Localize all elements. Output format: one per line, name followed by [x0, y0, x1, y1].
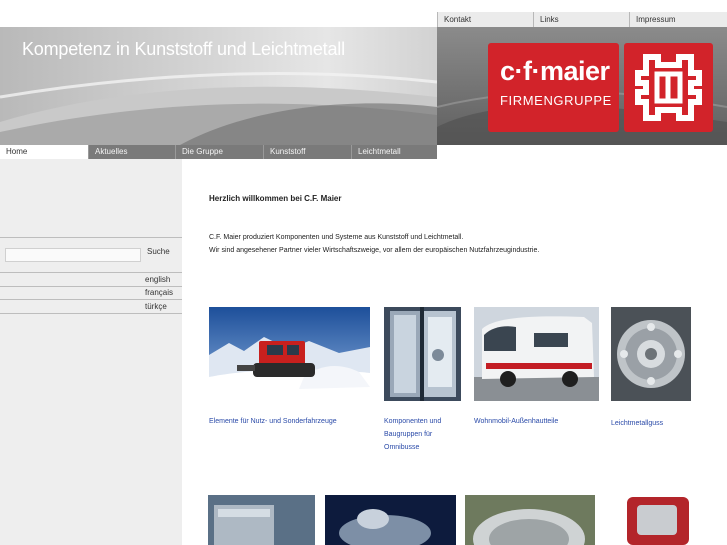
logo-emblem-icon[interactable] [624, 43, 713, 132]
product-caption-nutzfahrzeuge[interactable]: Elemente für Nutz- und Sonderfahrzeuge [209, 415, 379, 428]
product-image-row2-3[interactable] [465, 495, 595, 545]
util-link-impressum[interactable]: Impressum [629, 12, 727, 27]
product-image-motorhome[interactable] [474, 307, 599, 401]
product-caption-omnibusse-1[interactable]: Komponenten und [384, 415, 464, 428]
language-link-english[interactable]: english [145, 275, 170, 284]
main-nav: Home Aktuelles Die Gruppe Kunststoff Lei… [0, 145, 727, 159]
intro-text-line: C.F. Maier produziert Komponenten und Sy… [209, 234, 464, 241]
product-image-bus-components[interactable] [384, 307, 461, 401]
welcome-heading: Herzlich willkommen bei C.F. Maier [209, 194, 342, 203]
sidebar-divider [0, 299, 182, 300]
sidebar-divider [0, 313, 182, 314]
product-caption-omnibusse-2[interactable]: Baugruppen für [384, 428, 464, 441]
product-caption-omnibusse-3[interactable]: Omnibusse [384, 441, 464, 454]
sidebar: Suche english français türkçe [0, 159, 182, 545]
product-caption-leichtmetallguss[interactable]: Leichtmetallguss [611, 417, 721, 430]
util-link-kontakt[interactable]: Kontakt [437, 12, 533, 27]
logo-name: c·f·maier [500, 56, 610, 86]
nav-tab-die-gruppe[interactable]: Die Gruppe [175, 145, 263, 159]
product-image-snow-groomer[interactable] [209, 307, 370, 401]
intro-text-line: Wir sind angesehener Partner vieler Wirt… [209, 247, 540, 254]
nav-tab-aktuelles[interactable]: Aktuelles [88, 145, 176, 159]
product-image-row2-2[interactable] [325, 495, 456, 545]
search-label: Suche [147, 247, 170, 256]
search-input[interactable] [5, 248, 141, 262]
utility-bar: Kontakt Links Impressum [0, 0, 727, 27]
util-link-links[interactable]: Links [533, 12, 629, 27]
nav-tab-kunststoff[interactable]: Kunststoff [263, 145, 351, 159]
nav-tab-leichtmetall[interactable]: Leichtmetall [351, 145, 437, 159]
language-link-francais[interactable]: français [145, 288, 173, 297]
emblem-graphic [635, 54, 702, 121]
sidebar-divider [0, 286, 182, 287]
logo-subtitle: FIRMENGRUPPE [500, 93, 612, 108]
product-image-row2-1[interactable] [208, 495, 315, 545]
header-banner: Kompetenz in Kunststoff und Leichtmetall… [0, 27, 727, 145]
sidebar-divider [0, 272, 182, 273]
nav-tab-home[interactable]: Home [0, 145, 88, 159]
logo-wordmark[interactable]: c·f·maier FIRMENGRUPPE [488, 43, 619, 132]
product-image-row2-4[interactable] [623, 495, 693, 545]
sidebar-divider [0, 237, 182, 238]
product-caption-wohnmobil[interactable]: Wohnmobil-Außenhautteile [474, 415, 604, 428]
product-image-metal-casting[interactable] [611, 307, 691, 401]
main-content: Herzlich willkommen bei C.F. Maier C.F. … [182, 176, 727, 545]
language-link-turkce[interactable]: türkçe [145, 302, 167, 311]
header-title: Kompetenz in Kunststoff und Leichtmetall [22, 39, 345, 59]
